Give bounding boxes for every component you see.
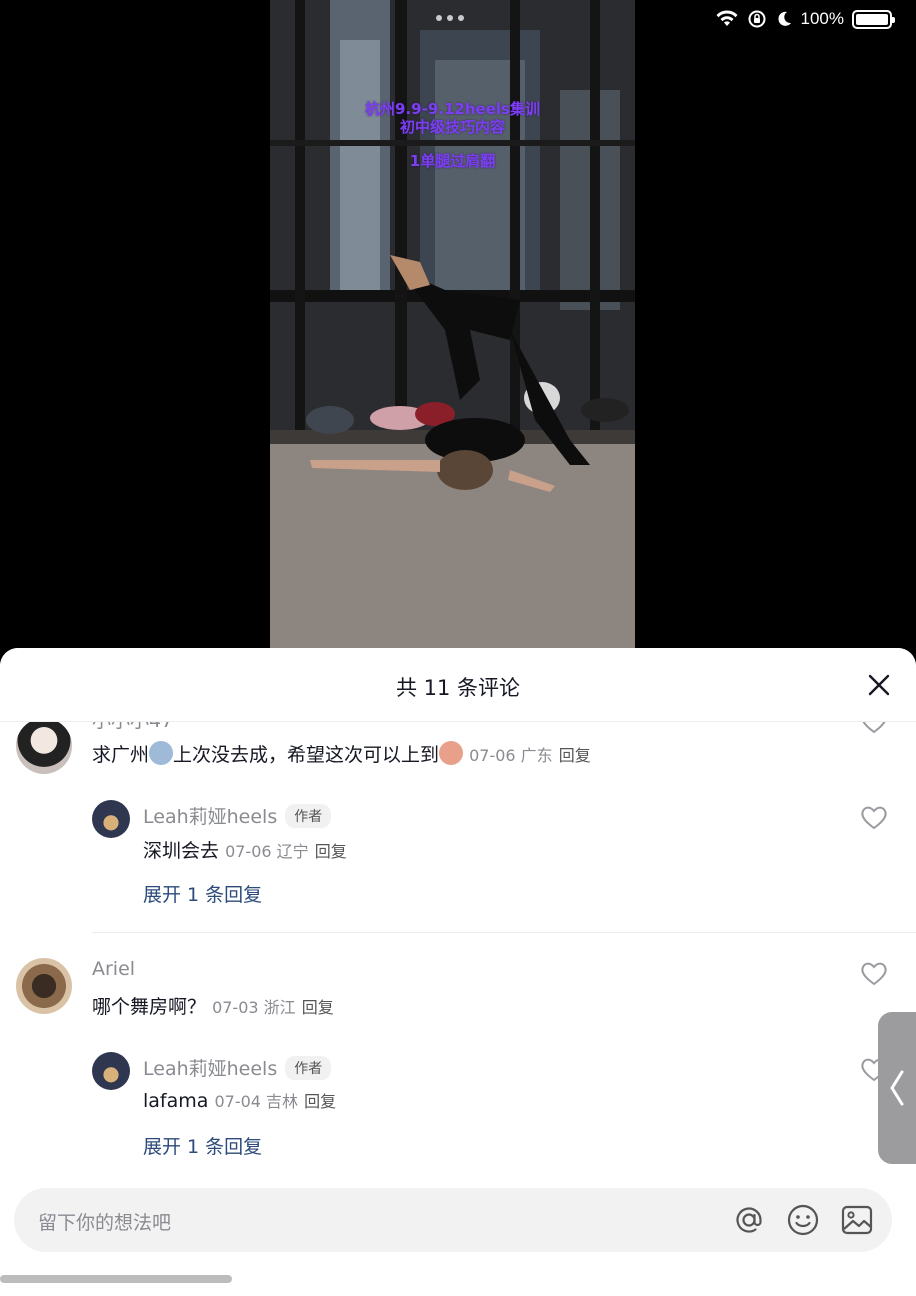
comment-text-part-2: 上次没去成，希望这次可以上到 <box>173 744 440 766</box>
battery-level <box>856 13 888 25</box>
expand-replies-link[interactable]: 展开 1 条回复 <box>143 1132 262 1159</box>
reply-button[interactable]: 回复 <box>559 746 591 765</box>
reply-username[interactable]: Leah莉娅heels 作者 <box>143 802 332 829</box>
reply-meta: 07-04 吉林 <box>214 1092 298 1111</box>
comment-date: 07-03 <box>212 998 259 1017</box>
comment-sheet-header: 共 11 条评论 <box>0 648 916 722</box>
comment-username[interactable]: 小小小47 <box>92 722 173 733</box>
at-icon[interactable] <box>732 1203 766 1237</box>
author-badge: 作者 <box>285 1056 332 1080</box>
divider <box>92 932 916 933</box>
comment-username-text: Ariel <box>92 958 136 980</box>
reply-date: 07-04 <box>214 1092 261 1111</box>
heart-outline-icon[interactable] <box>860 722 888 734</box>
video-caption-line-1: 杭州9.9-9.12heels集训 <box>365 100 540 118</box>
avatar[interactable] <box>16 958 72 1014</box>
comment-text: 哪个舞房啊？ 07-03 浙江 回复 <box>92 992 334 1019</box>
expand-replies-link[interactable]: 展开 1 条回复 <box>143 880 262 907</box>
heart-outline-icon[interactable] <box>860 960 888 986</box>
avatar[interactable] <box>16 722 72 774</box>
reply-location: 辽宁 <box>276 842 309 861</box>
reply-text-content: lafama <box>143 1090 209 1112</box>
status-bar: 100% <box>715 8 895 30</box>
reply-text-content: 深圳会去 <box>143 840 220 862</box>
comment-username[interactable]: Ariel <box>92 958 135 980</box>
heart-outline-icon[interactable] <box>860 804 888 830</box>
author-badge: 作者 <box>285 804 332 828</box>
reply-button[interactable]: 回复 <box>315 842 347 861</box>
reply-location: 吉林 <box>266 1092 299 1111</box>
rotation-lock-icon <box>748 10 766 28</box>
image-icon[interactable] <box>840 1203 874 1237</box>
reply-avatar[interactable] <box>92 800 130 838</box>
chevron-left-icon[interactable] <box>878 1012 916 1164</box>
battery-percent: 100% <box>800 9 844 28</box>
moon-icon <box>777 11 791 26</box>
reply-button[interactable]: 回复 <box>304 1092 336 1111</box>
reply-username[interactable]: Leah莉娅heels 作者 <box>143 1054 332 1081</box>
comment-location: 浙江 <box>263 998 296 1017</box>
more-dots-icon[interactable] <box>436 15 464 21</box>
reply-date: 07-06 <box>225 842 272 861</box>
comment-list[interactable]: 小小小47 求广州 上次没去成，希望这次可以上到 07-06 广东 回复 Leah… <box>0 722 916 1168</box>
comment-text: 求广州 上次没去成，希望这次可以上到 07-06 广东 回复 <box>92 740 591 767</box>
comment-location: 广东 <box>520 746 553 765</box>
smiley-icon[interactable] <box>786 1203 820 1237</box>
reply-button[interactable]: 回复 <box>302 998 334 1017</box>
reply-meta: 07-06 辽宁 <box>225 842 309 861</box>
comment-text-content: 哪个舞房啊？ <box>92 996 207 1018</box>
comment-text-part-1: 求广州 <box>92 744 150 766</box>
wifi-icon <box>716 10 738 26</box>
video-caption-line-2: 初中级技巧内容 <box>399 118 505 136</box>
reply-avatar[interactable] <box>92 1052 130 1090</box>
home-indicator <box>0 1275 232 1283</box>
reply-text: lafama 07-04 吉林 回复 <box>143 1088 336 1112</box>
blush-emoji-icon <box>439 741 464 765</box>
video-player[interactable]: 杭州9.9-9.12heels集训 初中级技巧内容 1单腿过肩翻 <box>270 0 635 660</box>
comment-meta: 07-06 广东 <box>469 746 553 765</box>
battery-icon <box>852 9 895 29</box>
video-caption-line-3: 1单腿过肩翻 <box>409 152 496 170</box>
reply-username-text: Leah莉娅heels <box>143 806 278 828</box>
comment-meta: 07-03 浙江 <box>212 998 296 1017</box>
reply-text: 深圳会去 07-06 辽宁 回复 <box>143 836 347 863</box>
comment-input[interactable]: 留下你的想法吧 <box>14 1188 892 1252</box>
comment-count-title: 共 11 条评论 <box>395 676 521 700</box>
comment-username-text: 小小小47 <box>92 722 173 732</box>
comment-date: 07-06 <box>469 746 516 765</box>
close-icon[interactable] <box>866 672 892 698</box>
video-frame-illustration <box>270 0 635 660</box>
comment-input-placeholder: 留下你的想法吧 <box>38 1212 172 1234</box>
crying-emoji-icon <box>149 741 174 765</box>
reply-username-text: Leah莉娅heels <box>143 1058 278 1080</box>
